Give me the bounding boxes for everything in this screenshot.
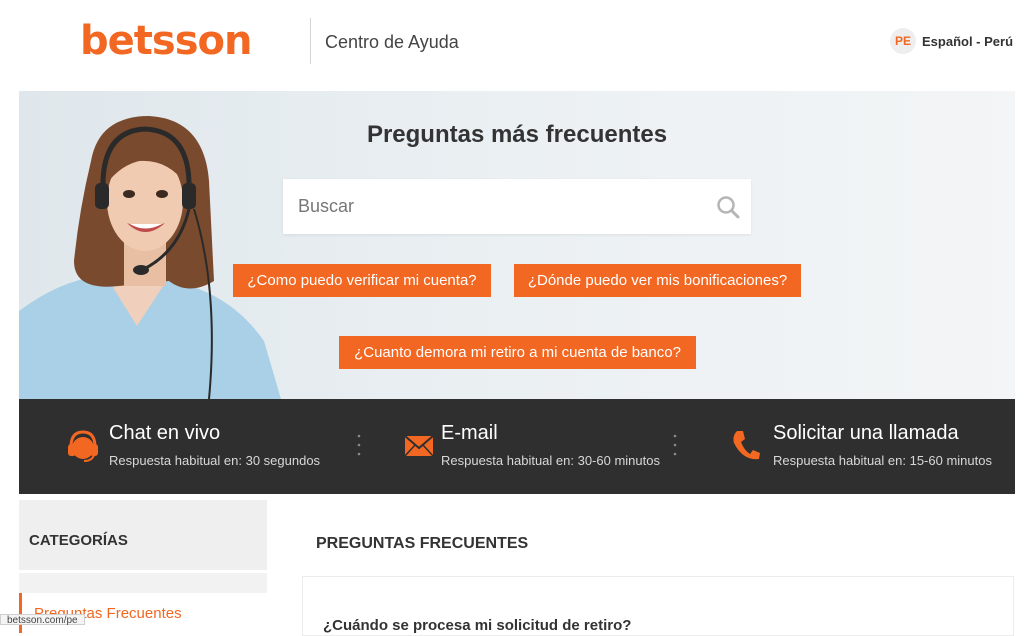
header-divider xyxy=(310,18,311,64)
live-chat-option[interactable]: Chat en vivo Respuesta habitual en: 30 s… xyxy=(19,399,339,494)
envelope-icon xyxy=(404,435,434,457)
categories-header: CATEGORÍAS xyxy=(19,500,267,570)
request-call-response-time: Respuesta habitual en: 15-60 minutos xyxy=(773,453,992,468)
quick-link-verify-account[interactable]: ¿Como puedo verificar mi cuenta? xyxy=(233,264,491,297)
language-selector[interactable]: PE Español - Perú xyxy=(890,28,1013,54)
divider-dots-icon xyxy=(673,434,677,456)
request-call-title: Solicitar una llamada xyxy=(773,422,959,444)
help-center-title[interactable]: Centro de Ayuda xyxy=(325,32,459,53)
phone-icon xyxy=(733,431,760,460)
betsson-logo[interactable]: betsson xyxy=(80,18,252,64)
faq-question-link[interactable]: ¿Cuándo se procesa mi solicitud de retir… xyxy=(323,617,631,634)
request-call-option[interactable]: Solicitar una llamada Respuesta habitual… xyxy=(719,399,1015,494)
hero-banner: Preguntas más frecuentes ¿Como puedo ver… xyxy=(19,91,1015,399)
hero-title: Preguntas más frecuentes xyxy=(366,121,668,148)
faq-section-title: PREGUNTAS FRECUENTES xyxy=(316,535,529,552)
categories-heading: CATEGORÍAS xyxy=(29,532,128,549)
email-title: E-mail xyxy=(441,422,498,444)
live-chat-response-time: Respuesta habitual en: 30 segundos xyxy=(109,453,321,468)
search-box[interactable] xyxy=(283,179,751,234)
quick-link-withdrawal-time[interactable]: ¿Cuanto demora mi retiro a mi cuenta de … xyxy=(339,336,696,369)
country-flag-icon: PE xyxy=(890,28,916,54)
email-option[interactable]: E-mail Respuesta habitual en: 30-60 minu… xyxy=(389,399,679,494)
site-header: betsson Centro de Ayuda PE Español - Per… xyxy=(0,0,1024,85)
live-chat-title: Chat en vivo xyxy=(109,422,221,444)
sidebar-item-faq[interactable]: Preguntas Frecuentes xyxy=(19,593,267,633)
search-icon[interactable] xyxy=(715,194,741,220)
divider-dots-icon xyxy=(357,434,361,456)
status-bar-url: betsson.com/pe xyxy=(0,614,85,626)
email-response-time: Respuesta habitual en: 30-60 minutos xyxy=(441,453,660,468)
faq-card: ¿Cuándo se procesa mi solicitud de retir… xyxy=(302,576,1014,636)
headset-icon xyxy=(68,430,98,462)
contact-bar: Chat en vivo Respuesta habitual en: 30 s… xyxy=(19,399,1015,494)
search-input[interactable] xyxy=(283,179,703,234)
language-label: Español - Perú xyxy=(922,33,1014,49)
quick-link-bonuses[interactable]: ¿Dónde puedo ver mis bonificaciones? xyxy=(514,264,801,297)
